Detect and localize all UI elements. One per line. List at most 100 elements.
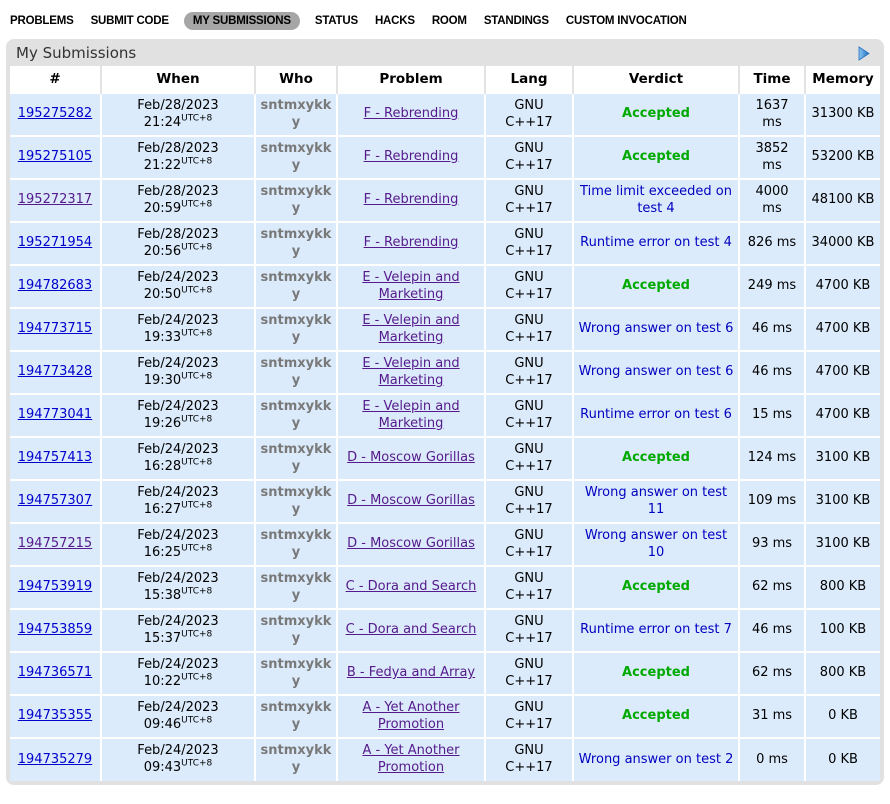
user-handle-link[interactable]: sntmxykky <box>261 141 332 173</box>
verdict-text: Accepted <box>622 450 690 465</box>
nav-my-submissions[interactable]: MY SUBMISSIONS <box>184 12 300 30</box>
problem-link[interactable]: C - Dora and Search <box>346 622 477 637</box>
submission-time-of-day: 16:25UTC+8 <box>106 545 250 562</box>
problem-link[interactable]: E - Velepin and Marketing <box>362 399 459 431</box>
submission-memory: 3100 KB <box>805 480 880 523</box>
submission-id-link[interactable]: 194735279 <box>18 752 92 767</box>
user-handle-link[interactable]: sntmxykky <box>261 98 332 130</box>
user-handle-link[interactable]: sntmxykky <box>261 485 332 517</box>
user-handle-link[interactable]: sntmxykky <box>261 399 332 431</box>
problem-link[interactable]: D - Moscow Gorillas <box>347 493 475 508</box>
submission-id-link[interactable]: 194773715 <box>18 321 92 336</box>
submission-runtime: 249 ms <box>739 265 805 308</box>
submission-runtime: 93 ms <box>739 523 805 566</box>
timezone-label: UTC+8 <box>181 414 212 424</box>
submission-id-link[interactable]: 195271954 <box>18 235 92 250</box>
submission-lang: GNU C++17 <box>485 523 573 566</box>
submission-id-link[interactable]: 195272317 <box>18 192 92 207</box>
problem-link[interactable]: B - Fedya and Array <box>347 665 475 680</box>
problem-link[interactable]: F - Rebrending <box>364 106 459 121</box>
submission-id-link[interactable]: 194735355 <box>18 708 92 723</box>
submission-date: Feb/24/2023 <box>106 442 250 459</box>
submission-time-of-day: 21:22UTC+8 <box>106 158 250 175</box>
submission-runtime: 4000 ms <box>739 179 805 222</box>
submission-id-link[interactable]: 194773041 <box>18 407 92 422</box>
nav-submit-code[interactable]: SUBMIT CODE <box>89 12 171 30</box>
problem-link[interactable]: F - Rebrending <box>364 235 459 250</box>
nav-hacks[interactable]: HACKS <box>373 12 417 30</box>
nav-custom-invocation[interactable]: CUSTOM INVOCATION <box>564 12 689 30</box>
problem-link[interactable]: F - Rebrending <box>364 192 459 207</box>
nav-problems[interactable]: PROBLEMS <box>8 12 76 30</box>
problem-link[interactable]: E - Velepin and Marketing <box>362 356 459 388</box>
problem-link[interactable]: D - Moscow Gorillas <box>347 536 475 551</box>
submission-time-of-day: 19:33UTC+8 <box>106 330 250 347</box>
submission-row: 194757215 Feb/24/2023 16:25UTC+8 sntmxyk… <box>10 523 880 566</box>
submission-id-link[interactable]: 194753859 <box>18 622 92 637</box>
submission-id-link[interactable]: 194736571 <box>18 665 92 680</box>
problem-link[interactable]: A - Yet Another Promotion <box>362 700 459 732</box>
submission-date: Feb/24/2023 <box>106 270 250 287</box>
user-handle-link[interactable]: sntmxykky <box>261 313 332 345</box>
submission-runtime: 46 ms <box>739 351 805 394</box>
col-header-problem: Problem <box>337 66 485 93</box>
submission-id-link[interactable]: 194782683 <box>18 278 92 293</box>
problem-link[interactable]: D - Moscow Gorillas <box>347 450 475 465</box>
submission-when: Feb/24/2023 19:33UTC+8 <box>101 308 255 351</box>
user-handle-link[interactable]: sntmxykky <box>261 657 332 689</box>
submission-id-link[interactable]: 195275105 <box>18 149 92 164</box>
submission-id-link[interactable]: 194757413 <box>18 450 92 465</box>
submissions-tbody: 195275282 Feb/28/2023 21:24UTC+8 sntmxyk… <box>10 93 880 781</box>
submission-lang: GNU C++17 <box>485 437 573 480</box>
problem-link[interactable]: F - Rebrending <box>364 149 459 164</box>
user-handle-link[interactable]: sntmxykky <box>261 227 332 259</box>
user-handle-link[interactable]: sntmxykky <box>261 614 332 646</box>
submission-id-link[interactable]: 194773428 <box>18 364 92 379</box>
submission-memory: 53200 KB <box>805 136 880 179</box>
submission-runtime: 109 ms <box>739 480 805 523</box>
problem-link[interactable]: E - Velepin and Marketing <box>362 270 459 302</box>
nav-status[interactable]: STATUS <box>313 12 360 30</box>
submission-when: Feb/24/2023 15:38UTC+8 <box>101 566 255 609</box>
submission-row: 194782683 Feb/24/2023 20:50UTC+8 sntmxyk… <box>10 265 880 308</box>
submission-lang: GNU C++17 <box>485 179 573 222</box>
timezone-label: UTC+8 <box>181 156 212 166</box>
nav-standings[interactable]: STANDINGS <box>482 12 551 30</box>
user-handle-link[interactable]: sntmxykky <box>261 442 332 474</box>
submission-lang: GNU C++17 <box>485 222 573 265</box>
verdict-text: Wrong answer on test 6 <box>579 321 734 336</box>
submission-row: 195271954 Feb/28/2023 20:56UTC+8 sntmxyk… <box>10 222 880 265</box>
user-handle-link[interactable]: sntmxykky <box>261 571 332 603</box>
verdict-text: Accepted <box>622 278 690 293</box>
expand-arrow-icon[interactable] <box>858 46 870 61</box>
user-handle-link[interactable]: sntmxykky <box>261 184 332 216</box>
problem-link[interactable]: A - Yet Another Promotion <box>362 743 459 775</box>
submission-runtime: 826 ms <box>739 222 805 265</box>
submission-when: Feb/24/2023 19:26UTC+8 <box>101 394 255 437</box>
timezone-label: UTC+8 <box>181 586 212 596</box>
submission-runtime: 0 ms <box>739 738 805 781</box>
user-handle-link[interactable]: sntmxykky <box>261 743 332 775</box>
user-handle-link[interactable]: sntmxykky <box>261 356 332 388</box>
user-handle-link[interactable]: sntmxykky <box>261 528 332 560</box>
user-handle-link[interactable]: sntmxykky <box>261 700 332 732</box>
submission-lang: GNU C++17 <box>485 308 573 351</box>
submission-lang: GNU C++17 <box>485 351 573 394</box>
submission-time-of-day: 19:26UTC+8 <box>106 416 250 433</box>
submission-when: Feb/24/2023 16:27UTC+8 <box>101 480 255 523</box>
submission-row: 194735279 Feb/24/2023 09:43UTC+8 sntmxyk… <box>10 738 880 781</box>
submission-runtime: 46 ms <box>739 308 805 351</box>
submission-memory: 4700 KB <box>805 351 880 394</box>
user-handle-link[interactable]: sntmxykky <box>261 270 332 302</box>
submission-date: Feb/24/2023 <box>106 571 250 588</box>
problem-link[interactable]: C - Dora and Search <box>346 579 477 594</box>
problem-link[interactable]: E - Velepin and Marketing <box>362 313 459 345</box>
nav-room[interactable]: ROOM <box>430 12 469 30</box>
submission-time-of-day: 16:27UTC+8 <box>106 502 250 519</box>
submission-id-link[interactable]: 194753919 <box>18 579 92 594</box>
submission-when: Feb/28/2023 21:22UTC+8 <box>101 136 255 179</box>
submission-id-link[interactable]: 194757215 <box>18 536 92 551</box>
submission-id-link[interactable]: 195275282 <box>18 106 92 121</box>
page: PROBLEMS SUBMIT CODE MY SUBMISSIONS STAT… <box>0 0 890 791</box>
submission-id-link[interactable]: 194757307 <box>18 493 92 508</box>
